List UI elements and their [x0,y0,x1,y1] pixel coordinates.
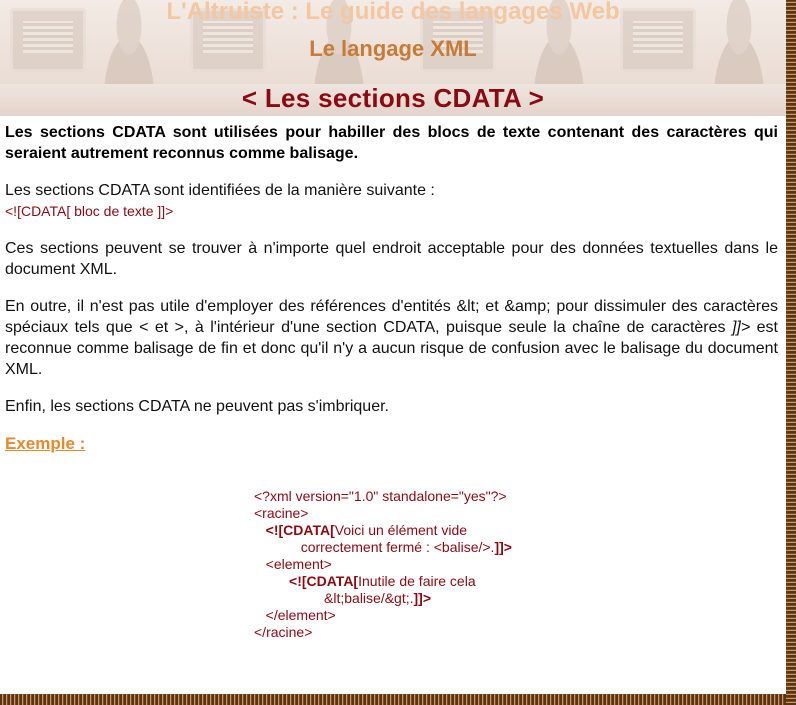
code-line: <racine> [254,505,309,521]
code-line: </racine> [254,624,313,640]
code-line: correctement fermé : <balise/>. [300,539,495,555]
decorative-right-border [786,0,796,705]
entities-paragraph-text: En outre, il n'est pas utile d'employer … [5,298,778,336]
section-subtitle: Le langage XML [309,36,477,61]
location-paragraph: Ces sections peuvent se trouver à n'impo… [5,240,778,278]
decorative-bottom-border [0,694,786,705]
page-header: L'Altruiste : Le guide des langages Web … [0,0,786,116]
code-line: Inutile de faire cela [358,573,476,589]
code-line: <?xml version="1.0" standalone="yes"?> [254,488,507,504]
cdata-close-marker: ]]> [413,590,432,606]
intro-paragraph: Les sections CDATA sont utilisées pour h… [5,124,778,162]
code-line: </element> [265,607,336,623]
entities-paragraph: En outre, il n'est pas utile d'employer … [5,296,778,380]
cdata-close-marker: ]]> [494,539,512,555]
nesting-paragraph: Enfin, les sections CDATA ne peuvent pas… [5,398,389,415]
example-heading-link[interactable]: Exemple : [5,433,85,454]
cdata-open-marker: <![CDATA[ [289,573,359,589]
xml-code-example: <?xml version="1.0" standalone="yes"?> <… [254,488,512,641]
cdata-syntax-example: <![CDATA[ bloc de texte ]]> [5,203,174,219]
main-content: Les sections CDATA sont utilisées pour h… [5,116,778,455]
code-line: &lt;balise/&gt;. [324,590,414,606]
syntax-intro-paragraph: Les sections CDATA sont identifiées de l… [5,182,435,199]
end-marker-keyword: ]]> [731,319,751,336]
code-line: Voici un élément vide [334,522,468,538]
page-title: < Les sections CDATA > [241,83,545,113]
cdata-open-marker: <![CDATA[ [265,522,335,538]
site-title[interactable]: L'Altruiste : Le guide des langages Web [0,0,786,26]
code-line: <element> [265,556,332,572]
